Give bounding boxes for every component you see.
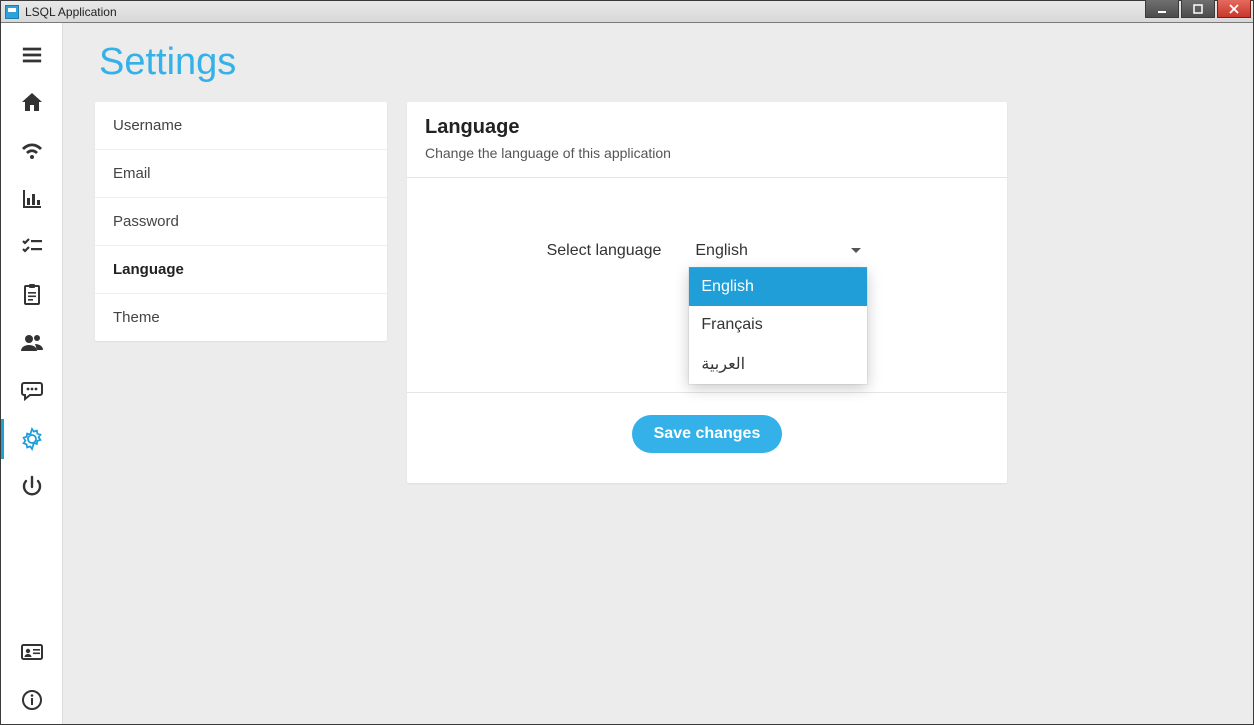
- checklist-icon: [20, 235, 44, 259]
- settings-nav-language[interactable]: Language: [95, 246, 387, 294]
- language-option-francais[interactable]: Français: [689, 306, 867, 344]
- sidebar-item-home[interactable]: [1, 79, 63, 127]
- menu-icon: [21, 44, 43, 66]
- app-body: Settings Username Email Password Languag…: [1, 23, 1253, 724]
- minimize-button[interactable]: [1145, 0, 1179, 18]
- main-content: Settings Username Email Password Languag…: [63, 23, 1253, 724]
- sidebar-item-charts[interactable]: [1, 175, 63, 223]
- language-select-display[interactable]: English: [689, 234, 867, 268]
- page-title: Settings: [99, 41, 1225, 84]
- save-row: Save changes: [425, 393, 989, 453]
- language-select[interactable]: English English Français العربية: [689, 234, 867, 268]
- minimize-icon: [1157, 4, 1167, 14]
- panel-heading: Language: [425, 116, 989, 139]
- sidebar: [1, 23, 63, 724]
- chevron-down-icon: [851, 248, 861, 253]
- sidebar-item-clipboard[interactable]: [1, 271, 63, 319]
- maximize-button[interactable]: [1181, 0, 1215, 18]
- sidebar-item-info[interactable]: [1, 676, 63, 724]
- language-select-value: English: [695, 242, 747, 260]
- settings-columns: Username Email Password Language Theme L…: [95, 102, 1225, 483]
- sidebar-item-tasks[interactable]: [1, 223, 63, 271]
- settings-nav-username[interactable]: Username: [95, 102, 387, 150]
- bar-chart-icon: [20, 187, 44, 211]
- select-language-label: Select language: [547, 242, 662, 260]
- sidebar-item-wifi[interactable]: [1, 127, 63, 175]
- language-option-arabic[interactable]: العربية: [689, 344, 867, 384]
- titlebar[interactable]: LSQL Application: [1, 1, 1253, 23]
- language-option-english[interactable]: English: [689, 268, 867, 306]
- settings-nav-password[interactable]: Password: [95, 198, 387, 246]
- sidebar-item-settings[interactable]: [1, 415, 63, 463]
- save-button[interactable]: Save changes: [632, 415, 783, 453]
- id-card-icon: [20, 640, 44, 664]
- home-icon: [20, 91, 44, 115]
- app-icon: [5, 5, 19, 19]
- clipboard-icon: [20, 283, 44, 307]
- users-icon: [20, 331, 44, 355]
- language-panel: Language Change the language of this app…: [407, 102, 1007, 483]
- maximize-icon: [1193, 4, 1203, 14]
- app-window: LSQL Application: [0, 0, 1254, 725]
- wifi-icon: [20, 139, 44, 163]
- settings-nav: Username Email Password Language Theme: [95, 102, 387, 341]
- window-controls: [1145, 0, 1251, 18]
- panel-subtitle: Change the language of this application: [425, 145, 989, 177]
- power-icon: [20, 475, 44, 499]
- gear-icon: [20, 427, 44, 451]
- close-button[interactable]: [1217, 0, 1251, 18]
- language-dropdown: English Français العربية: [689, 268, 867, 384]
- language-form-row: Select language English English Français…: [425, 178, 989, 308]
- info-icon: [20, 688, 44, 712]
- settings-nav-theme[interactable]: Theme: [95, 294, 387, 341]
- chat-icon: [20, 379, 44, 403]
- close-icon: [1229, 4, 1239, 14]
- sidebar-item-users[interactable]: [1, 319, 63, 367]
- sidebar-item-idcard[interactable]: [1, 628, 63, 676]
- settings-nav-email[interactable]: Email: [95, 150, 387, 198]
- sidebar-item-chat[interactable]: [1, 367, 63, 415]
- sidebar-item-menu[interactable]: [1, 31, 63, 79]
- window-title: LSQL Application: [25, 5, 117, 19]
- sidebar-item-power[interactable]: [1, 463, 63, 511]
